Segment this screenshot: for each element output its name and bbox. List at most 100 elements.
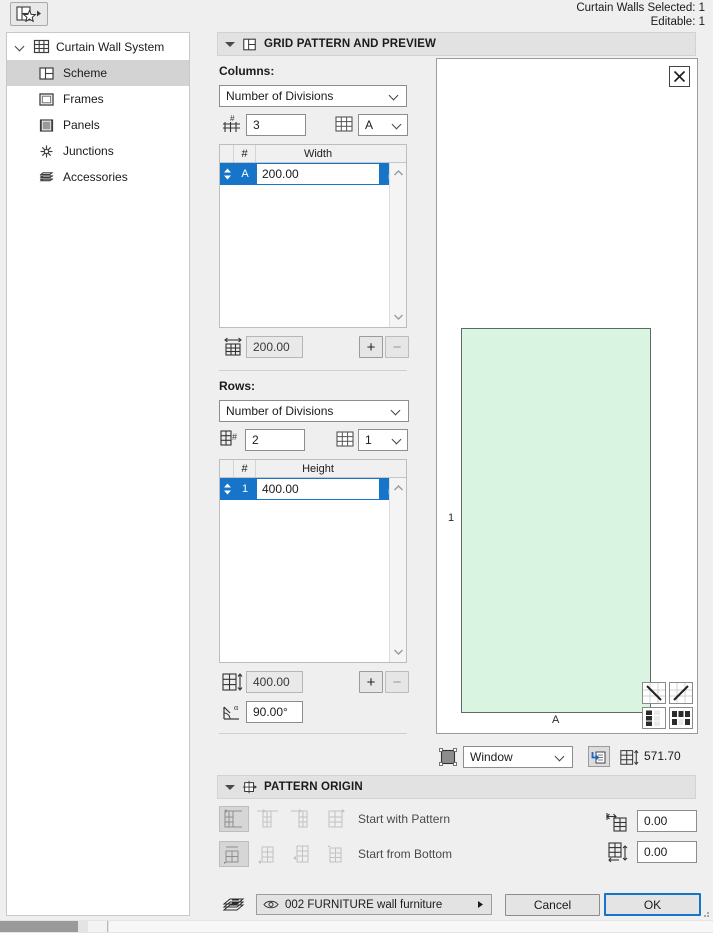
rows-table: # Height 1 400.00 [219, 459, 407, 663]
rows-header-height: Height [302, 462, 334, 475]
sidebar-item-panels[interactable]: Panels [7, 112, 189, 138]
rows-mode-select[interactable]: Number of Divisions [219, 400, 409, 422]
apply-to-selection-icon [591, 751, 606, 763]
rows-divisions-input[interactable] [245, 429, 305, 451]
scrollbar-thumb[interactable] [0, 921, 78, 932]
table-row[interactable]: A 200.00 [220, 163, 406, 185]
horizontal-offset-input[interactable] [637, 810, 697, 832]
eye-icon [263, 900, 279, 909]
rows-header-num: # [234, 460, 256, 477]
pattern-three-cell-icon[interactable] [669, 707, 693, 729]
vertical-offset-input[interactable] [637, 841, 697, 863]
row-spinner[interactable] [220, 478, 234, 500]
columns-add-button[interactable]: + [359, 336, 383, 358]
junctions-icon [40, 145, 53, 157]
ok-button[interactable]: OK [604, 893, 701, 916]
origin-middle-icon[interactable] [287, 841, 317, 867]
scroll-down-icon[interactable] [393, 646, 404, 657]
collapse-triangle-icon [225, 782, 235, 792]
sidebar-item-label: Panels [63, 118, 100, 132]
layer-selector[interactable]: 002 FURNITURE wall furniture [256, 894, 492, 915]
rows-remove-button[interactable]: − [385, 671, 409, 693]
close-icon [673, 70, 686, 83]
frames-icon [39, 92, 54, 106]
row-spinner[interactable] [220, 163, 234, 185]
columns-mode-select[interactable]: Number of Divisions [219, 85, 407, 107]
preview-footer: Window 571.70 [436, 744, 698, 770]
preview-close-button[interactable] [669, 66, 690, 87]
scrollbar-track[interactable] [109, 921, 713, 932]
cancel-button[interactable]: Cancel [505, 894, 600, 916]
lock-header-cell [380, 460, 406, 477]
lock-header-cell [380, 145, 406, 162]
sidebar: Curtain Wall System Scheme Frames Panels… [6, 32, 190, 916]
rows-label: Rows: [219, 379, 255, 393]
columns-table-scrollbar[interactable] [389, 163, 406, 327]
pattern-two-cell-icon[interactable] [642, 707, 666, 729]
row-id: A [234, 163, 256, 185]
row-height-value[interactable]: 400.00 [256, 478, 380, 500]
curtain-wall-grid-icon [33, 39, 50, 54]
columns-mode-combo-wrap: Number of Divisions [219, 85, 407, 107]
spin-header-cell [220, 145, 234, 162]
panel-header-pattern-origin[interactable]: PATTERN ORIGIN [217, 775, 696, 799]
origin-center-left-icon[interactable] [253, 806, 283, 832]
selection-count: Curtain Walls Selected: 1 [576, 2, 705, 14]
pattern-origin-icon [242, 780, 257, 793]
sidebar-item-junctions[interactable]: Junctions [7, 138, 189, 164]
preview-canvas[interactable]: 1 A [436, 58, 698, 734]
svg-text:#: # [230, 114, 235, 123]
origin-bottom-icon[interactable] [219, 841, 249, 867]
panel-header-grid-pattern[interactable]: GRID PATTERN AND PREVIEW [217, 32, 696, 56]
rows-add-button[interactable]: + [359, 671, 383, 693]
sidebar-item-label: Scheme [63, 66, 108, 80]
origin-bottom-up-icon[interactable] [253, 841, 283, 867]
total-height-icon [222, 673, 243, 691]
sidebar-item-frames[interactable]: Frames [7, 86, 189, 112]
columns-pattern-select[interactable]: A [358, 114, 408, 136]
spin-header-cell [220, 460, 234, 477]
sidebar-item-scheme[interactable]: Scheme [7, 60, 189, 86]
origin-top-icon[interactable] [321, 841, 351, 867]
chevron-down-icon [15, 41, 27, 53]
scroll-up-icon[interactable] [393, 168, 404, 179]
panel-title: PATTERN ORIGIN [264, 781, 363, 793]
sidebar-item-accessories[interactable]: Accessories [7, 164, 189, 190]
rows-table-scrollbar[interactable] [389, 478, 406, 662]
diagonal-left-icon[interactable] [642, 682, 666, 704]
origin-center-right-icon[interactable] [287, 806, 317, 832]
scroll-down-icon[interactable] [393, 311, 404, 322]
diagonal-right-icon[interactable] [669, 682, 693, 704]
start-with-pattern-label: Start with Pattern [358, 812, 451, 826]
table-row[interactable]: 1 400.00 [220, 478, 406, 500]
scrollbar-track-segment[interactable] [88, 921, 108, 932]
rows-angle-input[interactable] [246, 701, 303, 723]
favorites-button[interactable] [10, 2, 48, 26]
preview-panel-cell[interactable] [461, 328, 651, 713]
preview-type-select[interactable]: Window [463, 746, 573, 768]
rows-pattern-select[interactable]: 1 [358, 429, 408, 451]
column-divisions-icon: # [223, 114, 240, 132]
spinner-updown-icon [223, 483, 231, 495]
rows-table-body: 1 400.00 [220, 478, 406, 680]
svg-text:#: # [232, 432, 237, 442]
columns-remove-button[interactable]: − [385, 336, 409, 358]
window-horizontal-scrollbar[interactable] [0, 920, 713, 933]
origin-left-icon[interactable] [219, 806, 249, 832]
apply-to-selection-button[interactable] [588, 746, 610, 767]
divider [219, 733, 407, 734]
total-width-icon [224, 337, 242, 356]
columns-total-width-input [246, 336, 303, 358]
scroll-up-icon[interactable] [393, 483, 404, 494]
columns-table: # Width A 200.00 [219, 144, 407, 328]
rows-total-height-input [246, 671, 303, 693]
resize-grip-icon[interactable] [700, 908, 710, 918]
collapse-triangle-icon [225, 39, 235, 49]
rows-pattern-combo-wrap: 1 [358, 429, 408, 451]
panels-icon [39, 118, 54, 132]
origin-right-icon[interactable] [321, 806, 351, 832]
pattern-origin-row1-buttons [219, 806, 351, 832]
sidebar-root-curtain-wall-system[interactable]: Curtain Wall System [7, 33, 189, 60]
columns-divisions-input[interactable] [246, 114, 306, 136]
row-width-value[interactable]: 200.00 [256, 163, 380, 185]
